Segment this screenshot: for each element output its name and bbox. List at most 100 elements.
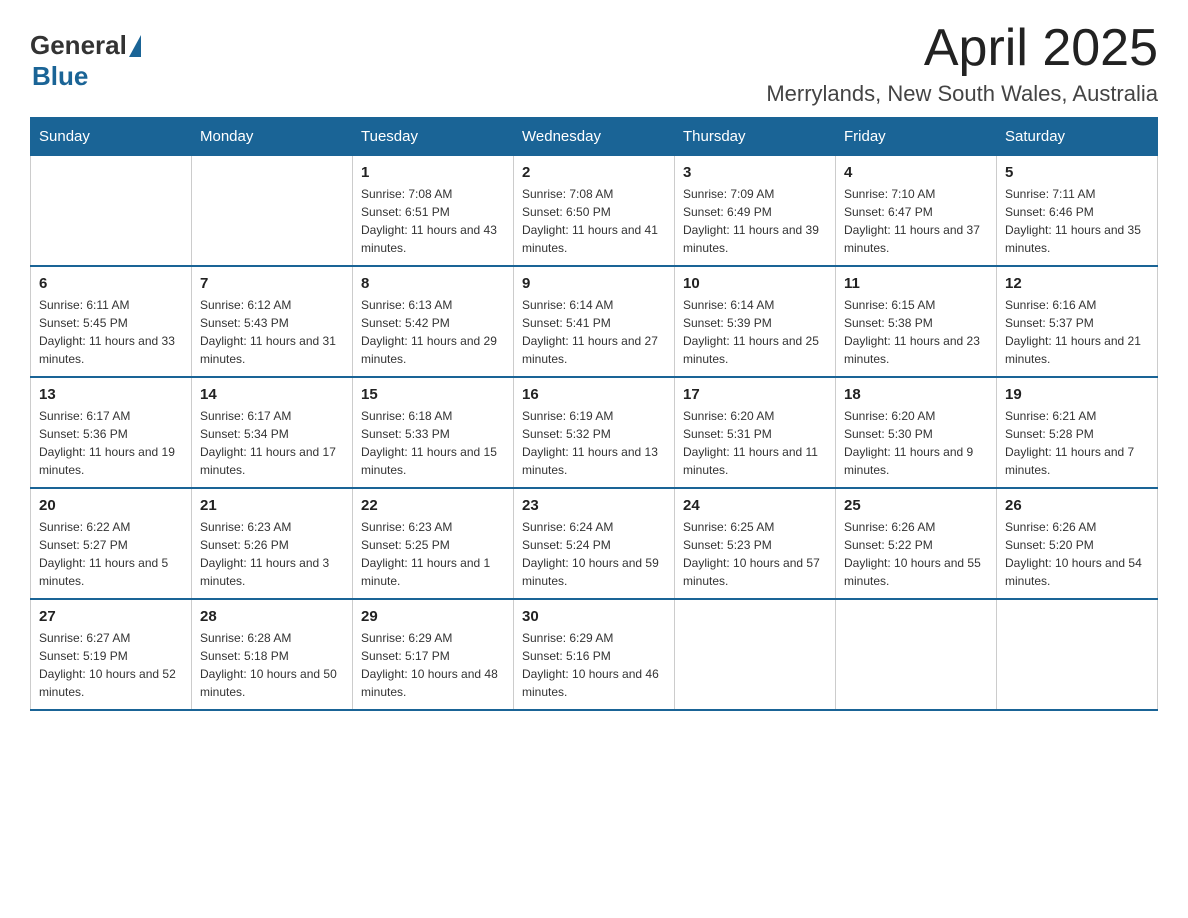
day-info: Sunrise: 6:29 AMSunset: 5:17 PMDaylight:… — [361, 629, 505, 701]
day-number: 7 — [200, 275, 344, 292]
day-number: 8 — [361, 275, 505, 292]
day-number: 4 — [844, 164, 988, 181]
calendar-cell: 28 Sunrise: 6:28 AMSunset: 5:18 PMDayligh… — [192, 599, 353, 710]
day-number: 5 — [1005, 164, 1149, 181]
logo: General Blue — [30, 30, 143, 92]
day-number: 29 — [361, 608, 505, 625]
day-info: Sunrise: 6:21 AMSunset: 5:28 PMDaylight:… — [1005, 407, 1149, 479]
calendar-cell: 21Sunrise: 6:23 AMSunset: 5:26 PMDayligh… — [192, 488, 353, 599]
header: General Blue April 2025 Merrylands, New … — [30, 20, 1158, 107]
weekday-header-thursday: Thursday — [675, 118, 836, 156]
day-info: Sunrise: 7:08 AMSunset: 6:50 PMDaylight:… — [522, 185, 666, 257]
day-info: Sunrise: 6:22 AMSunset: 5:27 PMDaylight:… — [39, 518, 183, 590]
calendar-cell: 30 Sunrise: 6:29 AMSunset: 5:16 PMDayligh… — [514, 599, 675, 710]
calendar-cell: 17Sunrise: 6:20 AMSunset: 5:31 PMDayligh… — [675, 377, 836, 488]
location-title: Merrylands, New South Wales, Australia — [766, 81, 1158, 107]
weekday-header-tuesday: Tuesday — [353, 118, 514, 156]
calendar-cell: 5 Sunrise: 7:11 AMSunset: 6:46 PMDaylight… — [997, 156, 1158, 267]
calendar-header-row: SundayMondayTuesdayWednesdayThursdayFrid… — [31, 118, 1158, 156]
weekday-header-sunday: Sunday — [31, 118, 192, 156]
calendar-week-row: 13Sunrise: 6:17 AMSunset: 5:36 PMDayligh… — [31, 377, 1158, 488]
day-number: 2 — [522, 164, 666, 181]
calendar-cell — [31, 156, 192, 267]
day-number: 10 — [683, 275, 827, 292]
day-info: Sunrise: 6:24 AMSunset: 5:24 PMDaylight:… — [522, 518, 666, 590]
logo-general-text: General — [30, 30, 127, 61]
calendar-cell: 4 Sunrise: 7:10 AMSunset: 6:47 PMDaylight… — [836, 156, 997, 267]
weekday-header-monday: Monday — [192, 118, 353, 156]
day-number: 25 — [844, 497, 988, 514]
day-number: 14 — [200, 386, 344, 403]
day-info: Sunrise: 6:17 AMSunset: 5:36 PMDaylight:… — [39, 407, 183, 479]
day-info: Sunrise: 6:12 AMSunset: 5:43 PMDaylight:… — [200, 296, 344, 368]
title-area: April 2025 Merrylands, New South Wales, … — [766, 20, 1158, 107]
calendar-cell: 24Sunrise: 6:25 AMSunset: 5:23 PMDayligh… — [675, 488, 836, 599]
calendar-week-row: 27Sunrise: 6:27 AMSunset: 5:19 PMDayligh… — [31, 599, 1158, 710]
day-info: Sunrise: 6:20 AMSunset: 5:30 PMDaylight:… — [844, 407, 988, 479]
day-info: Sunrise: 6:18 AMSunset: 5:33 PMDaylight:… — [361, 407, 505, 479]
day-number: 22 — [361, 497, 505, 514]
day-info: Sunrise: 6:20 AMSunset: 5:31 PMDaylight:… — [683, 407, 827, 479]
calendar-cell — [997, 599, 1158, 710]
day-number: 30 — [522, 608, 666, 625]
logo-blue-text: Blue — [32, 61, 88, 91]
logo-triangle-icon — [129, 35, 141, 57]
calendar-cell: 15 Sunrise: 6:18 AMSunset: 5:33 PMDayligh… — [353, 377, 514, 488]
day-number: 11 — [844, 275, 988, 292]
day-info: Sunrise: 6:14 AMSunset: 5:39 PMDaylight:… — [683, 296, 827, 368]
day-number: 12 — [1005, 275, 1149, 292]
day-number: 6 — [39, 275, 183, 292]
day-info: Sunrise: 6:13 AMSunset: 5:42 PMDaylight:… — [361, 296, 505, 368]
day-number: 9 — [522, 275, 666, 292]
calendar-cell — [836, 599, 997, 710]
day-number: 1 — [361, 164, 505, 181]
day-info: Sunrise: 6:19 AMSunset: 5:32 PMDaylight:… — [522, 407, 666, 479]
day-number: 3 — [683, 164, 827, 181]
day-number: 20 — [39, 497, 183, 514]
calendar-cell: 26Sunrise: 6:26 AMSunset: 5:20 PMDayligh… — [997, 488, 1158, 599]
day-info: Sunrise: 6:11 AMSunset: 5:45 PMDaylight:… — [39, 296, 183, 368]
calendar-cell: 13Sunrise: 6:17 AMSunset: 5:36 PMDayligh… — [31, 377, 192, 488]
calendar-cell: 29 Sunrise: 6:29 AMSunset: 5:17 PMDayligh… — [353, 599, 514, 710]
calendar-cell: 3 Sunrise: 7:09 AMSunset: 6:49 PMDaylight… — [675, 156, 836, 267]
calendar-cell: 27Sunrise: 6:27 AMSunset: 5:19 PMDayligh… — [31, 599, 192, 710]
calendar-cell: 25 Sunrise: 6:26 AMSunset: 5:22 PMDayligh… — [836, 488, 997, 599]
day-number: 24 — [683, 497, 827, 514]
calendar-cell: 11 Sunrise: 6:15 AMSunset: 5:38 PMDayligh… — [836, 266, 997, 377]
day-info: Sunrise: 6:26 AMSunset: 5:22 PMDaylight:… — [844, 518, 988, 590]
calendar-cell: 10 Sunrise: 6:14 AMSunset: 5:39 PMDayligh… — [675, 266, 836, 377]
calendar-cell: 23 Sunrise: 6:24 AMSunset: 5:24 PMDayligh… — [514, 488, 675, 599]
calendar-table: SundayMondayTuesdayWednesdayThursdayFrid… — [30, 117, 1158, 711]
day-info: Sunrise: 6:23 AMSunset: 5:25 PMDaylight:… — [361, 518, 505, 590]
day-info: Sunrise: 6:29 AMSunset: 5:16 PMDaylight:… — [522, 629, 666, 701]
weekday-header-saturday: Saturday — [997, 118, 1158, 156]
calendar-week-row: 6 Sunrise: 6:11 AMSunset: 5:45 PMDaylight… — [31, 266, 1158, 377]
day-number: 15 — [361, 386, 505, 403]
calendar-cell: 20 Sunrise: 6:22 AMSunset: 5:27 PMDayligh… — [31, 488, 192, 599]
calendar-week-row: 20 Sunrise: 6:22 AMSunset: 5:27 PMDayligh… — [31, 488, 1158, 599]
day-number: 23 — [522, 497, 666, 514]
day-info: Sunrise: 7:10 AMSunset: 6:47 PMDaylight:… — [844, 185, 988, 257]
day-number: 27 — [39, 608, 183, 625]
day-info: Sunrise: 6:16 AMSunset: 5:37 PMDaylight:… — [1005, 296, 1149, 368]
day-info: Sunrise: 6:28 AMSunset: 5:18 PMDaylight:… — [200, 629, 344, 701]
day-info: Sunrise: 7:11 AMSunset: 6:46 PMDaylight:… — [1005, 185, 1149, 257]
day-info: Sunrise: 6:15 AMSunset: 5:38 PMDaylight:… — [844, 296, 988, 368]
weekday-header-wednesday: Wednesday — [514, 118, 675, 156]
calendar-cell: 19 Sunrise: 6:21 AMSunset: 5:28 PMDayligh… — [997, 377, 1158, 488]
calendar-cell — [192, 156, 353, 267]
calendar-cell: 7 Sunrise: 6:12 AMSunset: 5:43 PMDaylight… — [192, 266, 353, 377]
calendar-cell: 6 Sunrise: 6:11 AMSunset: 5:45 PMDaylight… — [31, 266, 192, 377]
calendar-cell: 22 Sunrise: 6:23 AMSunset: 5:25 PMDayligh… — [353, 488, 514, 599]
calendar-cell: 14Sunrise: 6:17 AMSunset: 5:34 PMDayligh… — [192, 377, 353, 488]
calendar-cell: 18Sunrise: 6:20 AMSunset: 5:30 PMDayligh… — [836, 377, 997, 488]
day-info: Sunrise: 7:09 AMSunset: 6:49 PMDaylight:… — [683, 185, 827, 257]
weekday-header-friday: Friday — [836, 118, 997, 156]
calendar-week-row: 1Sunrise: 7:08 AMSunset: 6:51 PMDaylight… — [31, 156, 1158, 267]
day-info: Sunrise: 6:14 AMSunset: 5:41 PMDaylight:… — [522, 296, 666, 368]
day-number: 28 — [200, 608, 344, 625]
calendar-cell: 8 Sunrise: 6:13 AMSunset: 5:42 PMDaylight… — [353, 266, 514, 377]
month-title: April 2025 — [766, 20, 1158, 77]
day-number: 19 — [1005, 386, 1149, 403]
calendar-cell: 2 Sunrise: 7:08 AMSunset: 6:50 PMDaylight… — [514, 156, 675, 267]
